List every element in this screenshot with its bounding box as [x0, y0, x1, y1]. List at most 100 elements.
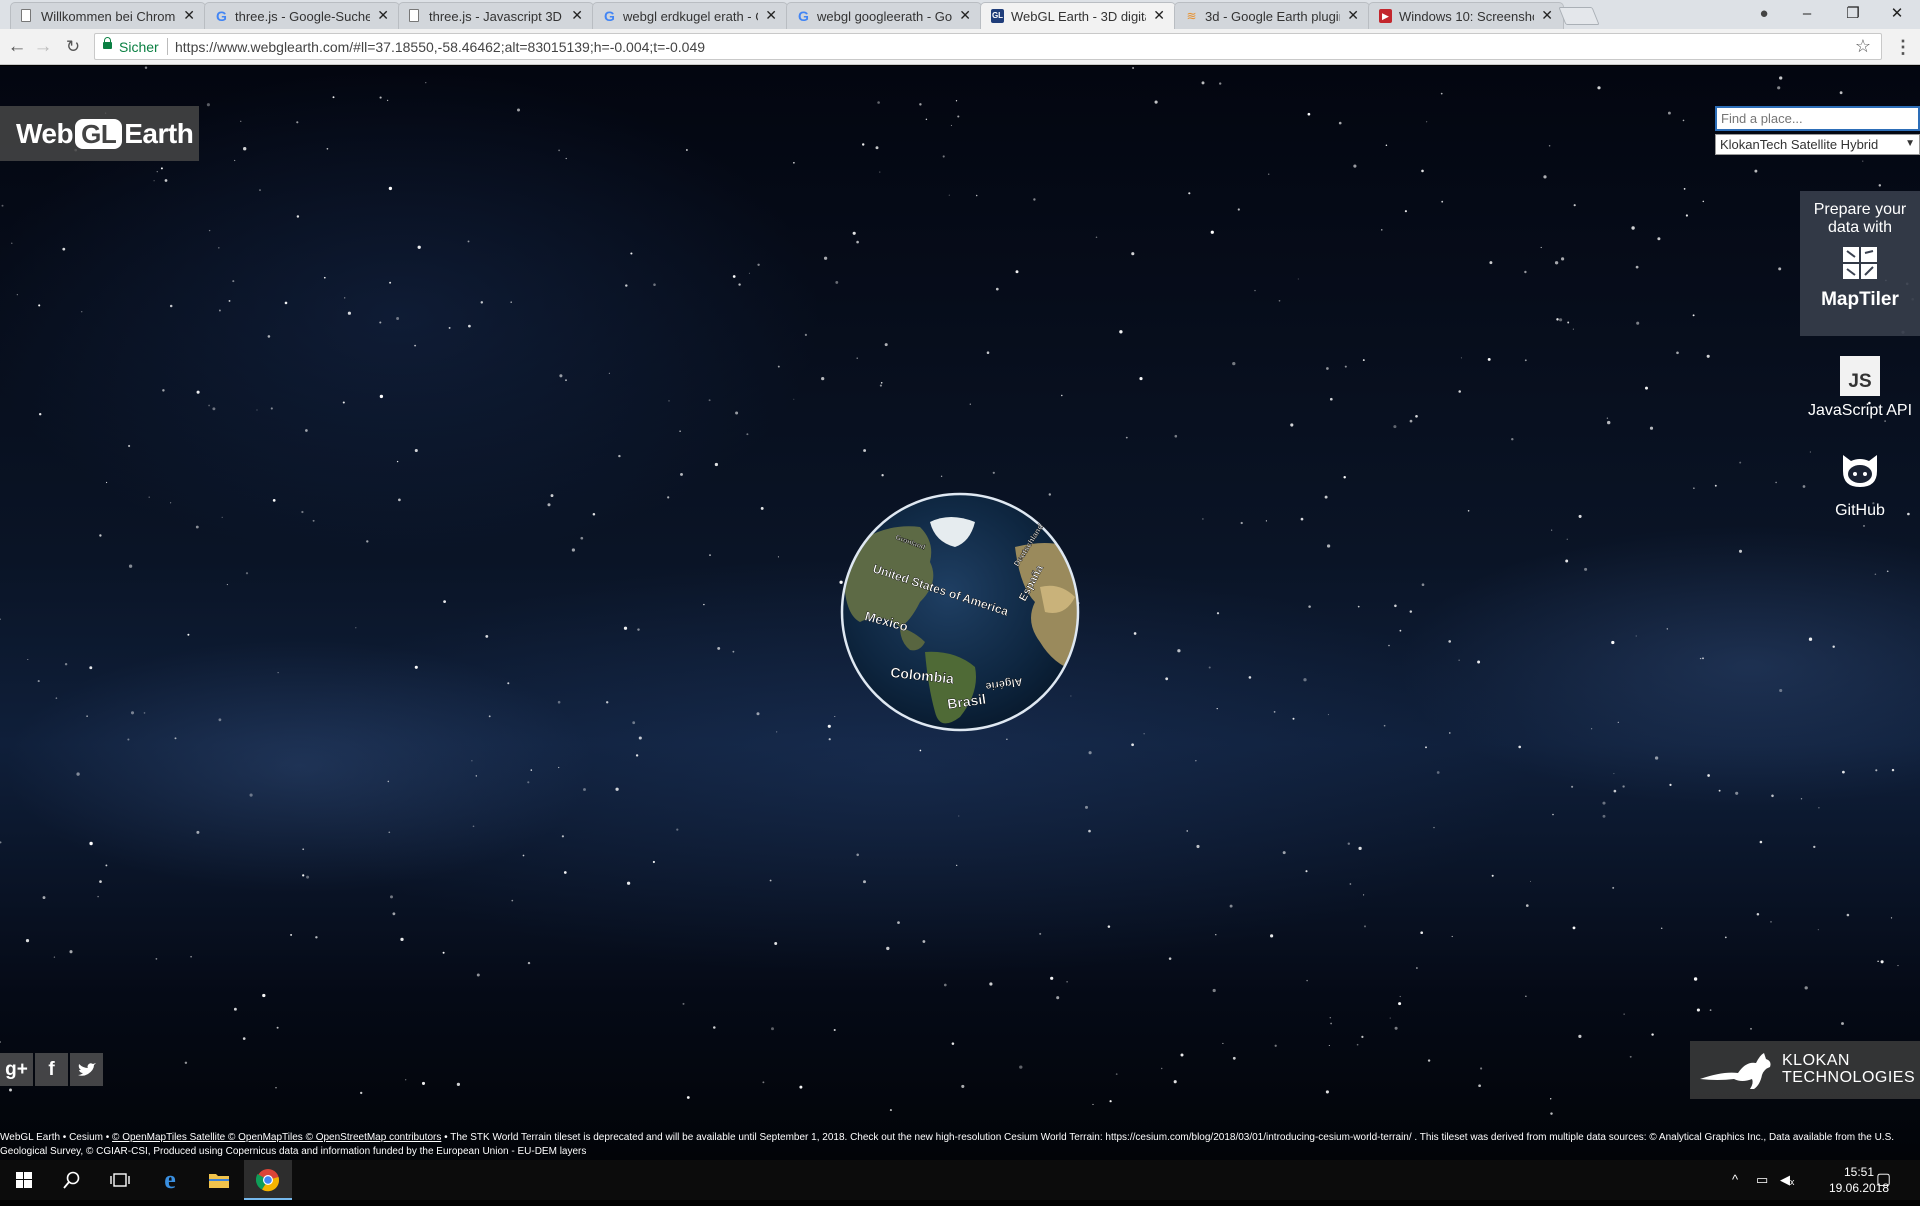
forward-icon[interactable]: → [31, 35, 55, 59]
star [834, 715, 836, 718]
star [756, 712, 760, 716]
star [1693, 977, 1698, 981]
star [196, 390, 200, 394]
tab-close-icon[interactable]: ✕ [183, 8, 195, 23]
star [277, 672, 279, 674]
star [608, 372, 610, 374]
javascript-api-link[interactable]: JS JavaScript API [1800, 356, 1920, 420]
kangaroo-icon [1700, 1053, 1771, 1089]
google-plus-button[interactable]: g+ [0, 1053, 33, 1086]
file-explorer-icon[interactable] [195, 1160, 243, 1200]
close-window-icon[interactable]: ✕ [1874, 2, 1920, 26]
tab-close-icon[interactable]: ✕ [959, 8, 971, 23]
star [1718, 789, 1721, 792]
profile-icon[interactable]: ● [1752, 3, 1776, 25]
tab-close-icon[interactable]: ✕ [571, 8, 583, 23]
star [1770, 921, 1772, 923]
facebook-button[interactable]: f [35, 1053, 68, 1086]
star [315, 936, 318, 939]
star [565, 379, 567, 382]
volume-muted-icon[interactable]: ◀ₓ [1780, 1160, 1794, 1200]
star [685, 149, 688, 151]
windows-taskbar: e ^ ▭ ◀ₓ 15:51 19.06.2018 ▢ [0, 1160, 1920, 1200]
star [1617, 721, 1619, 724]
browser-tab[interactable]: Gthree.js - Google-Suche ✕ [204, 2, 400, 29]
address-bar[interactable]: Sicher https://www.webglearth.com/#ll=37… [94, 33, 1882, 60]
browser-tab[interactable]: ≋ 3d - Google Earth plugin ✕ [1174, 2, 1370, 29]
star [1693, 487, 1695, 489]
earth-globe[interactable]: United States of America Mexico Colombia… [840, 492, 1080, 732]
chrome-taskbar-icon[interactable] [244, 1160, 292, 1200]
task-view-icon[interactable] [96, 1160, 144, 1200]
star [1325, 1090, 1329, 1094]
klokan-technologies-logo[interactable]: KLOKAN TECHNOLOGIES [1690, 1041, 1920, 1099]
star [259, 189, 261, 192]
star [302, 874, 305, 877]
star [561, 835, 565, 838]
notification-center-icon[interactable]: ▢ [1876, 1160, 1891, 1200]
tab-close-icon[interactable]: ✕ [1541, 8, 1553, 23]
webgl-earth-viewport[interactable]: WebGLEarth KlokanTech Satellite Hybrid ▼… [0, 66, 1920, 1160]
star [955, 100, 958, 102]
search-icon[interactable] [48, 1160, 96, 1200]
browser-tab[interactable]: GL WebGL Earth - 3D digital ✕ [980, 2, 1176, 29]
star [1611, 640, 1615, 645]
browser-tab[interactable]: Gwebgl googleerath - Goo ✕ [786, 2, 982, 29]
browser-toolbar: ← → ↻ Sicher https://www.webglearth.com/… [0, 29, 1920, 65]
divider [167, 38, 168, 55]
reload-icon[interactable]: ↻ [61, 35, 85, 59]
star [708, 399, 711, 402]
chrome-menu-icon[interactable]: ⋮ [1894, 36, 1912, 58]
star [1612, 886, 1615, 889]
tab-close-icon[interactable]: ✕ [377, 8, 389, 23]
windows-start-icon[interactable] [0, 1160, 48, 1200]
star [1344, 365, 1347, 368]
star [218, 718, 222, 722]
place-search-input[interactable] [1715, 106, 1920, 131]
webgl-earth-logo[interactable]: Web GL Earth [0, 106, 199, 161]
star [1061, 394, 1063, 397]
star [1886, 570, 1889, 573]
github-link[interactable]: GitHub [1800, 451, 1920, 520]
minimize-icon[interactable]: – [1784, 2, 1830, 26]
star [943, 983, 947, 987]
star [1254, 289, 1256, 292]
twitter-button[interactable] [70, 1053, 103, 1086]
browser-tab[interactable]: Willkommen bei Chrome ✕ [10, 2, 206, 29]
tab-close-icon[interactable]: ✕ [765, 8, 777, 23]
star [187, 633, 190, 636]
bookmark-star-icon[interactable]: ☆ [1855, 36, 1871, 57]
star [746, 433, 749, 436]
star [1383, 724, 1386, 727]
star [443, 600, 446, 603]
star [1750, 1027, 1752, 1030]
star [1216, 612, 1220, 615]
network-icon[interactable]: ▭ [1756, 1160, 1768, 1200]
maximize-icon[interactable]: ❐ [1830, 2, 1876, 26]
back-icon[interactable]: ← [5, 35, 29, 59]
star [1561, 257, 1565, 261]
tab-close-icon[interactable]: ✕ [1153, 8, 1165, 23]
star [196, 830, 200, 834]
browser-tab[interactable]: ▶ Windows 10: Screenshot ✕ [1368, 2, 1564, 29]
star [1441, 200, 1444, 203]
star [1143, 733, 1145, 735]
browser-tab[interactable]: three.js - Javascript 3D lib ✕ [398, 2, 594, 29]
new-tab-button[interactable] [1558, 7, 1600, 25]
tab-title: Windows 10: Screenshot [1399, 9, 1534, 24]
star [1666, 628, 1668, 630]
url-text[interactable]: https://www.webglearth.com/#ll=37.18550,… [175, 39, 705, 55]
browser-tab[interactable]: Gwebgl erdkugel erath - G ✕ [592, 2, 788, 29]
star [1480, 1067, 1483, 1070]
star [38, 412, 42, 416]
js-icon: JS [1840, 356, 1880, 396]
layer-select[interactable]: KlokanTech Satellite Hybrid ▼ [1715, 134, 1920, 155]
edge-browser-icon[interactable]: e [146, 1160, 194, 1200]
star [852, 231, 856, 235]
tab-close-icon[interactable]: ✕ [1347, 8, 1359, 23]
attribution-links[interactable]: © OpenMapTiles Satellite © OpenMapTiles … [112, 1132, 441, 1143]
tray-overflow-icon[interactable]: ^ [1732, 1160, 1738, 1200]
star [771, 1027, 774, 1031]
star [1448, 640, 1452, 643]
maptiler-promo[interactable]: Prepare your data with MapTiler [1800, 191, 1920, 336]
